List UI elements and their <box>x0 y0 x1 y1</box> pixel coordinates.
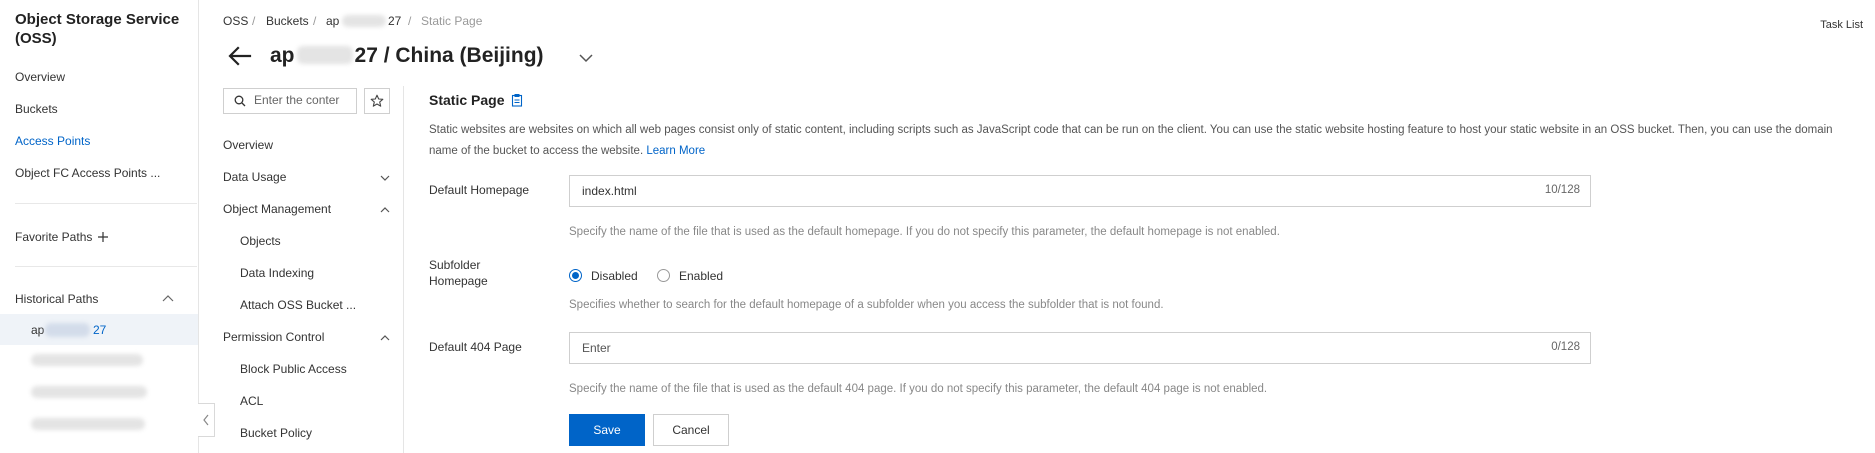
sub-nav-search-input[interactable] <box>254 92 350 108</box>
subnav-item-attach-oss-bucket[interactable]: Attach OSS Bucket ... <box>240 298 356 312</box>
radio-disabled[interactable] <box>569 269 582 282</box>
historical-path-item-selected[interactable]: ap 27 <box>0 314 198 345</box>
historical-path-suffix: 27 <box>93 323 107 337</box>
char-counter: 10/128 <box>1544 184 1580 196</box>
subnav-item-data-usage[interactable]: Data Usage <box>223 170 286 184</box>
breadcrumb-item-oss[interactable]: OSS <box>223 14 248 28</box>
default-404-help: Specify the name of the file that is use… <box>569 383 1268 395</box>
chevron-down-icon[interactable] <box>380 173 390 183</box>
subfolder-homepage-label: Subfolder Homepage <box>429 257 488 289</box>
sidebar-divider <box>15 203 197 204</box>
radio-disabled-label[interactable]: Disabled <box>591 269 638 283</box>
breadcrumb-separator: / <box>313 14 317 28</box>
chevron-left-icon <box>203 414 209 426</box>
label-line: Subfolder <box>429 258 481 272</box>
char-counter: 0/128 <box>1551 341 1580 353</box>
breadcrumb-item-bucket-suffix[interactable]: 27 <box>388 14 401 28</box>
learn-more-link[interactable]: Learn More <box>646 145 705 157</box>
chevron-up-icon[interactable] <box>162 294 174 304</box>
page-title-prefix: ap <box>270 44 295 67</box>
chevron-up-icon[interactable] <box>380 205 390 215</box>
section-description: Static websites are websites on which al… <box>429 120 1849 162</box>
default-homepage-input[interactable] <box>582 182 1482 199</box>
sidebar-item-buckets[interactable]: Buckets <box>15 102 58 116</box>
subnav-item-permission-control[interactable]: Permission Control <box>223 330 324 344</box>
redacted-text <box>342 15 386 27</box>
content-divider <box>403 86 404 453</box>
save-button[interactable]: Save <box>569 414 645 446</box>
subnav-item-objects[interactable]: Objects <box>240 234 281 248</box>
redacted-text <box>45 323 90 337</box>
default-404-field: 0/128 <box>569 332 1591 364</box>
page-title: ap 27 / China (Beijing) <box>270 44 544 68</box>
radio-enabled[interactable] <box>657 269 670 282</box>
sidebar-item-overview[interactable]: Overview <box>15 70 65 84</box>
breadcrumb-item-static-page: Static Page <box>421 14 483 28</box>
cancel-button[interactable]: Cancel <box>653 414 729 446</box>
plus-icon[interactable] <box>97 231 109 243</box>
default-homepage-label: Default Homepage <box>429 183 530 197</box>
default-homepage-help: Specify the name of the file that is use… <box>569 226 1280 238</box>
search-icon <box>234 95 246 107</box>
historical-path-item[interactable] <box>31 386 147 398</box>
default-homepage-field: 10/128 <box>569 175 1591 207</box>
section-title: Static Page <box>429 92 505 108</box>
star-icon <box>370 94 384 107</box>
page-title-suffix: 27 / China (Beijing) <box>354 44 544 67</box>
breadcrumb-item-buckets[interactable]: Buckets <box>266 14 309 28</box>
sidebar-divider <box>15 266 197 267</box>
subnav-item-block-public-access[interactable]: Block Public Access <box>240 362 347 376</box>
historical-path-prefix: ap <box>31 323 45 337</box>
sub-nav-search <box>223 88 357 114</box>
chevron-down-icon[interactable] <box>577 49 595 67</box>
sidebar-item-access-points[interactable]: Access Points <box>15 134 90 148</box>
chevron-up-icon[interactable] <box>380 333 390 343</box>
historical-path-item[interactable] <box>31 354 143 366</box>
subnav-item-acl[interactable]: ACL <box>240 394 263 408</box>
breadcrumb-separator: / <box>252 14 256 28</box>
description-text: Static websites are websites on which al… <box>429 124 1833 157</box>
default-404-input[interactable] <box>582 339 1482 356</box>
breadcrumb-item-bucket-prefix[interactable]: ap <box>326 14 339 28</box>
subnav-item-bucket-policy[interactable]: Bucket Policy <box>240 426 312 440</box>
task-list-link[interactable]: Task List <box>1820 19 1863 31</box>
sidebar-collapse-button[interactable] <box>198 403 215 437</box>
historical-path-item[interactable] <box>31 418 145 430</box>
left-sidebar: Object Storage Service (OSS) Overview Bu… <box>0 0 199 453</box>
subnav-item-overview[interactable]: Overview <box>223 138 273 152</box>
sidebar-item-object-fc-access-points[interactable]: Object FC Access Points ... <box>15 166 160 180</box>
label-line: Homepage <box>429 274 488 288</box>
arrow-left-icon[interactable] <box>226 42 254 70</box>
radio-enabled-label[interactable]: Enabled <box>679 269 723 283</box>
subnav-item-data-indexing[interactable]: Data Indexing <box>240 266 314 280</box>
subnav-item-object-management[interactable]: Object Management <box>223 202 331 216</box>
service-title: Object Storage Service (OSS) <box>15 11 180 47</box>
favorite-paths-label: Favorite Paths <box>15 230 93 244</box>
redacted-text <box>296 46 353 64</box>
subfolder-homepage-help: Specifies whether to search for the defa… <box>569 299 1164 311</box>
breadcrumb-separator: / <box>408 14 412 28</box>
historical-paths-label: Historical Paths <box>15 292 99 306</box>
default-404-label: Default 404 Page <box>429 340 522 354</box>
favorite-button[interactable] <box>364 88 390 114</box>
clipboard-icon[interactable] <box>511 93 523 107</box>
